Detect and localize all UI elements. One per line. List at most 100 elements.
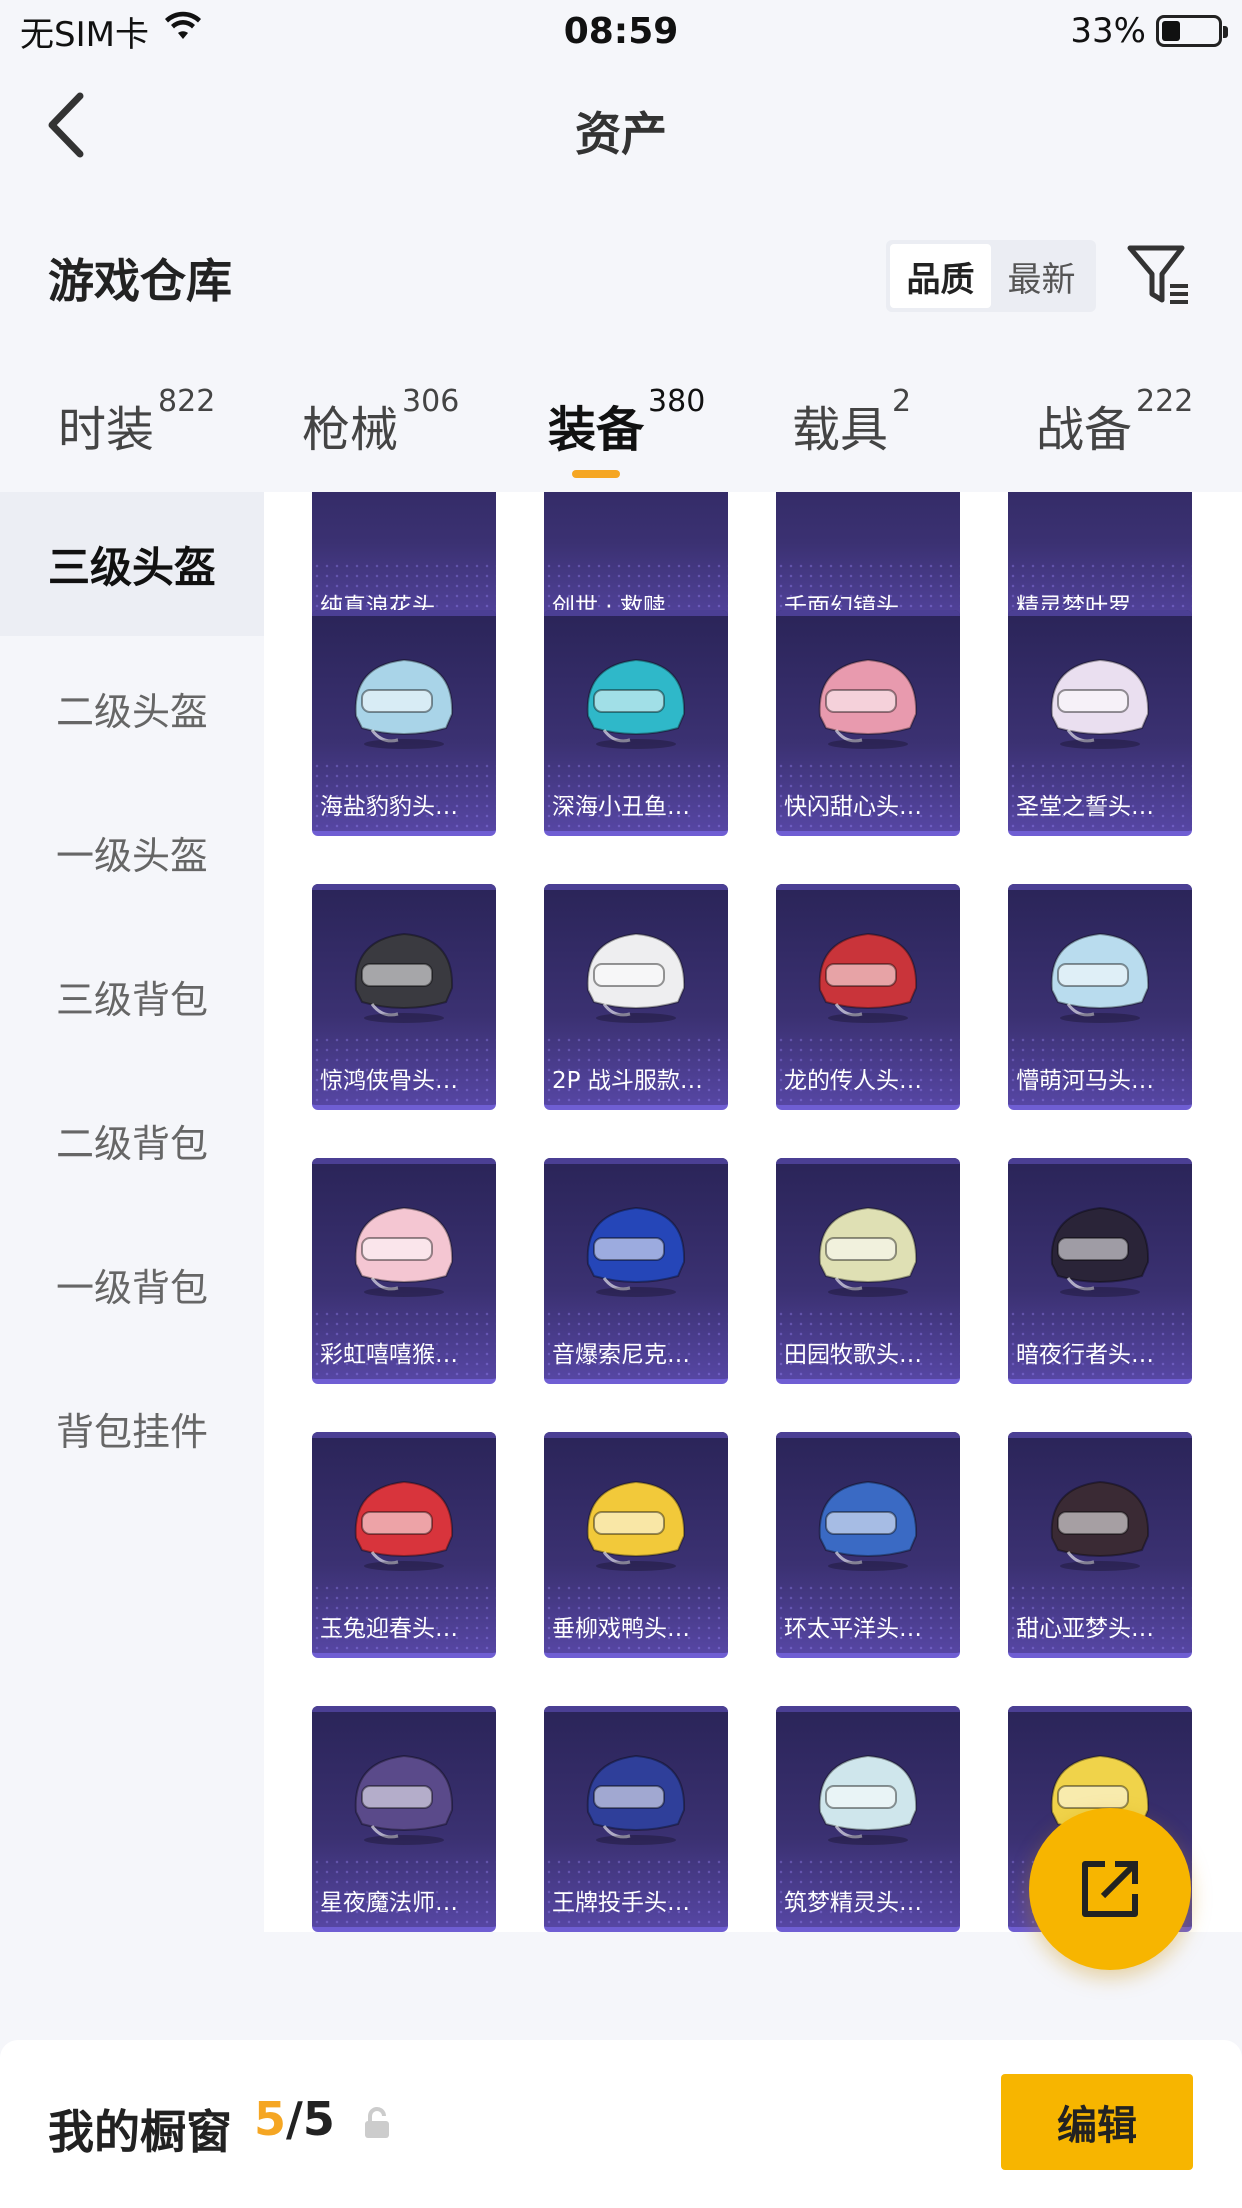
item-name: 彩虹嘻嘻猴… xyxy=(320,1342,458,1368)
helmet-icon xyxy=(818,1754,918,1845)
helmet-icon xyxy=(586,1480,686,1571)
tab-count: 222 xyxy=(1136,384,1194,419)
item-name: 海盐豹豹头… xyxy=(320,794,458,820)
share-button[interactable] xyxy=(1029,1808,1191,1970)
tab-count: 2 xyxy=(892,384,912,419)
battery-icon xyxy=(1156,15,1228,47)
item-card[interactable]: 环太平洋头… xyxy=(776,1432,960,1658)
item-card[interactable]: 玉兔迎春头… xyxy=(312,1432,496,1658)
item-name: 深海小丑鱼… xyxy=(552,794,690,820)
helmet-icon xyxy=(1050,932,1150,1023)
sidebar-item-level2-helmet[interactable]: 二级头盔 xyxy=(0,636,264,780)
helmet-icon xyxy=(354,932,454,1023)
helmet-icon xyxy=(818,1206,918,1297)
helmet-icon xyxy=(354,1754,454,1845)
item-card[interactable]: 2P 战斗服款… xyxy=(544,884,728,1110)
helmet-icon xyxy=(586,1754,686,1845)
showcase-current: 5 xyxy=(254,2092,287,2146)
item-name: 圣堂之誓头… xyxy=(1016,794,1154,820)
sidebar-item-level3-backpack[interactable]: 三级背包 xyxy=(0,924,264,1068)
item-card[interactable]: 星夜魔法师… xyxy=(312,1706,496,1932)
item-card[interactable]: 深海小丑鱼… xyxy=(544,610,728,836)
item-name: 甜心亚梦头… xyxy=(1016,1616,1154,1642)
sidebar-item-level3-helmet[interactable]: 三级头盔 xyxy=(0,492,264,636)
tab-label: 装备 xyxy=(548,402,645,458)
item-card[interactable]: 惊鸿侠骨头… xyxy=(312,884,496,1110)
item-name: 星夜魔法师… xyxy=(320,1890,458,1916)
tab-label: 载具 xyxy=(792,402,889,458)
tab-label: 时装 xyxy=(58,402,155,458)
category-tabs: 时装822 枪械306 装备380 载具2 战备222 xyxy=(0,380,1242,490)
tab-count: 380 xyxy=(648,384,706,419)
sort-quality-button[interactable]: 品质 xyxy=(890,244,991,308)
tab-label: 战备 xyxy=(1036,402,1133,458)
helmet-icon xyxy=(1050,658,1150,749)
item-card[interactable]: 甜心亚梦头… xyxy=(1008,1432,1192,1658)
item-grid: 纯真浪花头… 创世 · 救赎… 千面幻镜头… 精灵梦叶罗… 海盐豹豹头… 深海小丑鱼… 快闪… xyxy=(264,492,1242,1932)
tab-count: 306 xyxy=(402,384,460,419)
item-card[interactable]: 龙的传人头… xyxy=(776,884,960,1110)
battery-percent: 33% xyxy=(1070,11,1146,51)
showcase-count: 5/5 xyxy=(254,2092,335,2146)
sidebar-item-level1-backpack[interactable]: 一级背包 xyxy=(0,1212,264,1356)
nav-bar: 资产 xyxy=(0,70,1242,180)
filter-button[interactable] xyxy=(1126,242,1192,308)
edit-button[interactable]: 编辑 xyxy=(1001,2074,1193,2170)
showcase-total: /5 xyxy=(286,2092,335,2146)
item-card[interactable]: 王牌投手头… xyxy=(544,1706,728,1932)
sidebar-item-backpack-charm[interactable]: 背包挂件 xyxy=(0,1356,264,1500)
item-card[interactable]: 田园牧歌头… xyxy=(776,1158,960,1384)
chevron-left-icon xyxy=(48,92,84,158)
status-bar: 无SIM卡 08:59 33% xyxy=(0,0,1242,62)
item-card[interactable]: 彩虹嘻嘻猴… xyxy=(312,1158,496,1384)
item-name: 懵萌河马头… xyxy=(1016,1068,1154,1094)
tab-firearms[interactable]: 枪械306 xyxy=(302,384,459,460)
item-card[interactable]: 海盐豹豹头… xyxy=(312,610,496,836)
showcase-title: 我的橱窗 xyxy=(48,2105,232,2159)
sidebar-item-level2-backpack[interactable]: 二级背包 xyxy=(0,1068,264,1212)
item-card[interactable]: 懵萌河马头… xyxy=(1008,884,1192,1110)
item-card[interactable]: 垂柳戏鸭头… xyxy=(544,1432,728,1658)
back-button[interactable] xyxy=(40,90,100,160)
tab-vehicles[interactable]: 载具2 xyxy=(792,384,911,460)
helmet-icon xyxy=(586,932,686,1023)
tab-supplies[interactable]: 战备222 xyxy=(1036,384,1193,460)
item-name: 王牌投手头… xyxy=(552,1890,690,1916)
sidebar-item-level1-helmet[interactable]: 一级头盔 xyxy=(0,780,264,924)
item-name: 龙的传人头… xyxy=(784,1068,922,1094)
helmet-icon xyxy=(354,658,454,749)
helmet-icon xyxy=(1050,1206,1150,1297)
item-card[interactable]: 筑梦精灵头… xyxy=(776,1706,960,1932)
battery-level xyxy=(1162,21,1181,41)
sort-toggle: 品质 最新 xyxy=(886,240,1096,312)
helmet-icon xyxy=(818,1480,918,1571)
active-tab-indicator xyxy=(572,470,620,478)
item-name: 音爆索尼克… xyxy=(552,1342,690,1368)
item-card[interactable]: 圣堂之誓头… xyxy=(1008,610,1192,836)
tab-count: 822 xyxy=(158,384,216,419)
sidebar: 三级头盔 二级头盔 一级头盔 三级背包 二级背包 一级背包 背包挂件 xyxy=(0,492,264,1932)
item-card[interactable]: 暗夜行者头… xyxy=(1008,1158,1192,1384)
item-card[interactable]: 音爆索尼克… xyxy=(544,1158,728,1384)
item-name: 玉兔迎春头… xyxy=(320,1616,458,1642)
helmet-icon xyxy=(818,658,918,749)
warehouse-title: 游戏仓库 xyxy=(48,254,232,308)
tab-label: 枪械 xyxy=(302,402,399,458)
helmet-icon xyxy=(586,1206,686,1297)
item-name: 快闪甜心头… xyxy=(784,794,922,820)
item-name: 田园牧歌头… xyxy=(784,1342,922,1368)
tab-equipment[interactable]: 装备380 xyxy=(548,384,705,460)
sort-newest-button[interactable]: 最新 xyxy=(991,244,1092,308)
item-card[interactable]: 快闪甜心头… xyxy=(776,610,960,836)
carrier-label: 无SIM卡 xyxy=(20,14,149,55)
tab-fashion[interactable]: 时装822 xyxy=(58,384,215,460)
helmet-icon xyxy=(818,932,918,1023)
item-name: 筑梦精灵头… xyxy=(784,1890,922,1916)
helmet-icon xyxy=(1050,1480,1150,1571)
page-title: 资产 xyxy=(575,107,667,161)
helmet-icon xyxy=(354,1206,454,1297)
showcase-bar: 我的橱窗 5/5 编辑 xyxy=(0,2040,1242,2208)
filter-icon xyxy=(1127,245,1188,304)
item-name: 惊鸿侠骨头… xyxy=(320,1068,458,1094)
helmet-icon xyxy=(354,1480,454,1571)
